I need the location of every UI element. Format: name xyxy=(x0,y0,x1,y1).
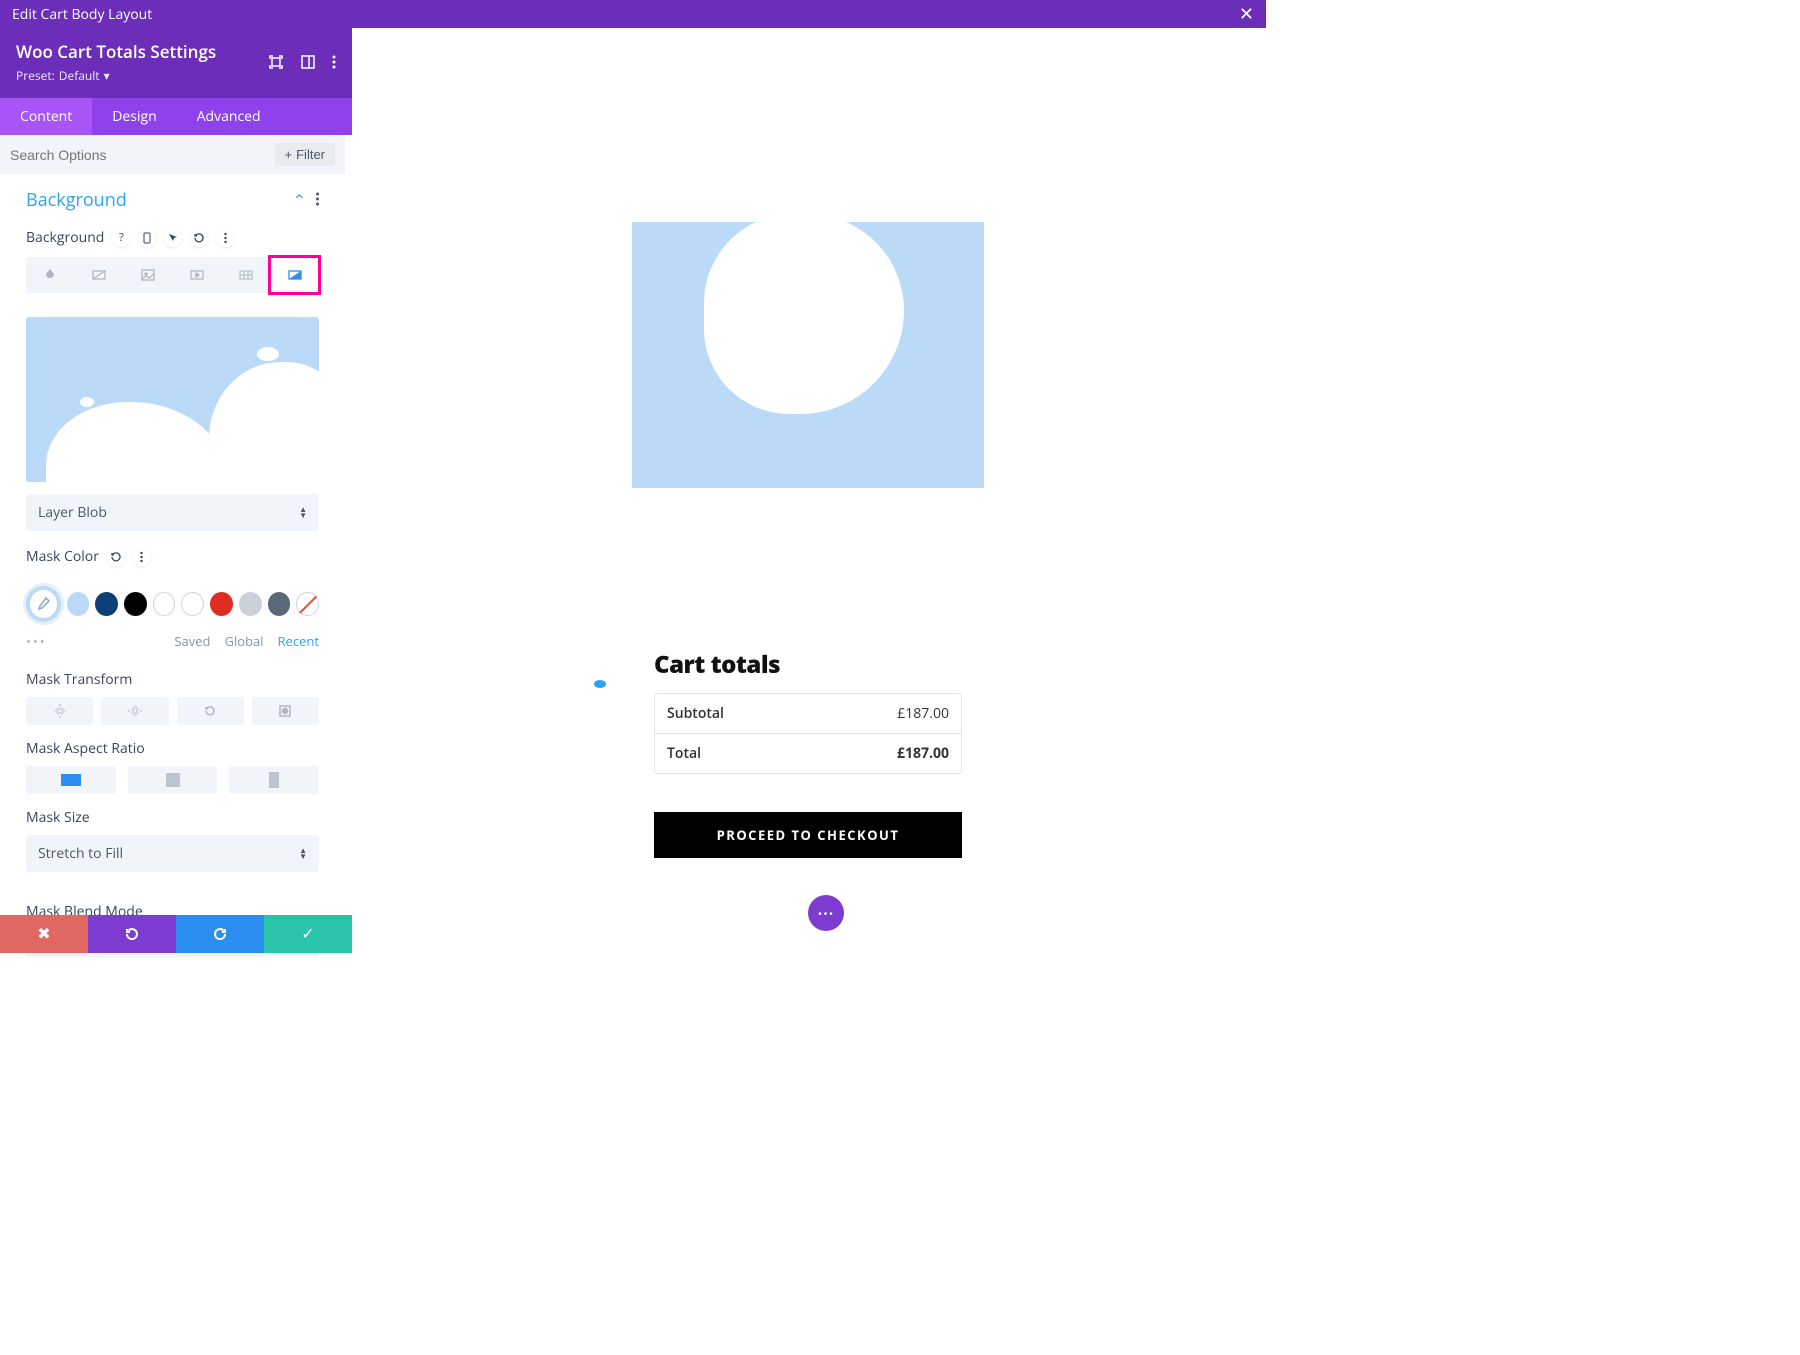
table-row: Subtotal £187.00 xyxy=(655,694,961,733)
palette-tab-global[interactable]: Global xyxy=(225,632,264,650)
filter-button[interactable]: + Filter xyxy=(275,143,335,166)
swatch-none[interactable] xyxy=(296,592,319,616)
preset-selector[interactable]: Preset: Default ▾ xyxy=(16,67,216,84)
mobile-icon[interactable] xyxy=(138,229,156,247)
mask-transform-label: Mask Transform xyxy=(0,656,345,697)
bottom-actions: ✖ ✓ xyxy=(0,915,352,953)
bg-type-gradient[interactable] xyxy=(75,257,124,293)
aspect-ratio-buttons xyxy=(0,766,345,794)
mask-size-label: Mask Size xyxy=(0,794,345,835)
bg-type-color[interactable] xyxy=(26,257,75,293)
cursor-icon[interactable] xyxy=(164,229,182,247)
more-icon[interactable] xyxy=(316,189,319,211)
undo-button[interactable] xyxy=(88,915,176,953)
chevron-down-icon: ▾ xyxy=(104,67,110,84)
mask-color-label: Mask Color xyxy=(26,547,99,566)
bg-type-mask[interactable] xyxy=(270,257,319,293)
settings-panel[interactable]: Background ⌃ Background ? xyxy=(0,174,345,957)
panel-icon[interactable] xyxy=(300,54,316,70)
tabs: Content Design Advanced xyxy=(0,98,352,135)
palette-tab-recent[interactable]: Recent xyxy=(278,632,319,650)
searchbar: + Filter xyxy=(0,135,345,174)
more-icon[interactable] xyxy=(216,229,234,247)
updown-icon: ▲▼ xyxy=(299,507,307,519)
bg-type-image[interactable] xyxy=(124,257,173,293)
swatch[interactable] xyxy=(153,592,176,616)
flip-horizontal-button[interactable] xyxy=(26,697,93,725)
help-icon[interactable]: ? xyxy=(112,229,130,247)
flip-vertical-button[interactable] xyxy=(101,697,168,725)
checkout-button[interactable]: PROCEED TO CHECKOUT xyxy=(654,812,962,858)
reset-icon[interactable] xyxy=(107,548,125,566)
updown-icon: ▲▼ xyxy=(299,848,307,860)
save-button[interactable]: ✓ xyxy=(264,915,352,953)
expand-icon[interactable] xyxy=(268,54,284,70)
invert-button[interactable] xyxy=(252,697,319,725)
mask-transform-buttons xyxy=(0,697,345,725)
chevron-up-icon[interactable]: ⌃ xyxy=(293,189,306,211)
ratio-portrait[interactable] xyxy=(229,766,319,794)
settings-title: Woo Cart Totals Settings xyxy=(16,40,216,63)
topbar-title: Edit Cart Body Layout xyxy=(12,5,152,24)
tab-design[interactable]: Design xyxy=(92,98,176,135)
close-icon[interactable]: ✕ xyxy=(1239,2,1254,26)
swatch[interactable] xyxy=(95,592,118,616)
section-header[interactable]: Background ⌃ xyxy=(0,174,345,222)
section-title: Background xyxy=(26,188,127,212)
plus-icon: + xyxy=(285,147,293,162)
fab-more-icon[interactable] xyxy=(808,895,844,931)
ratio-square[interactable] xyxy=(128,766,218,794)
swatch[interactable] xyxy=(210,592,233,616)
palette-tab-saved[interactable]: Saved xyxy=(174,632,210,650)
more-icon[interactable] xyxy=(332,54,336,70)
background-label-row: Background ? xyxy=(26,228,319,247)
cart-totals-module[interactable]: Cart totals Subtotal £187.00 Total £187.… xyxy=(632,222,984,488)
rotate-button[interactable] xyxy=(177,697,244,725)
cart-table: Subtotal £187.00 Total £187.00 xyxy=(654,693,962,774)
background-type-tabs xyxy=(26,257,319,293)
redo-button[interactable] xyxy=(176,915,264,953)
tab-advanced[interactable]: Advanced xyxy=(177,98,281,135)
bg-type-pattern[interactable] xyxy=(221,257,270,293)
background-preview xyxy=(26,317,319,482)
table-row: Total £187.00 xyxy=(655,733,961,773)
more-icon[interactable] xyxy=(133,548,151,566)
more-colors-icon[interactable]: ••• xyxy=(26,632,47,650)
canvas: Cart totals Subtotal £187.00 Total £187.… xyxy=(352,28,1266,953)
mask-size-select[interactable]: Stretch to Fill ▲▼ xyxy=(26,835,319,872)
settings-header: Woo Cart Totals Settings Preset: Default… xyxy=(0,28,352,98)
tab-content[interactable]: Content xyxy=(0,98,92,135)
swatch[interactable] xyxy=(268,592,291,616)
reset-icon[interactable] xyxy=(190,229,208,247)
cancel-button[interactable]: ✖ xyxy=(0,915,88,953)
bg-type-video[interactable] xyxy=(172,257,221,293)
swatch[interactable] xyxy=(239,592,262,616)
ratio-landscape[interactable] xyxy=(26,766,116,794)
color-swatches xyxy=(0,586,345,622)
search-input[interactable] xyxy=(10,147,275,163)
cart-title: Cart totals xyxy=(654,648,962,681)
color-picker-button[interactable] xyxy=(26,586,61,622)
swatch[interactable] xyxy=(124,592,147,616)
topbar: Edit Cart Body Layout ✕ xyxy=(0,0,1266,28)
swatch[interactable] xyxy=(181,592,204,616)
swatch[interactable] xyxy=(67,592,90,616)
mask-aspect-ratio-label: Mask Aspect Ratio xyxy=(0,725,345,766)
layer-select[interactable]: Layer Blob ▲▼ xyxy=(26,494,319,531)
palette-tabs: ••• Saved Global Recent xyxy=(0,622,345,656)
